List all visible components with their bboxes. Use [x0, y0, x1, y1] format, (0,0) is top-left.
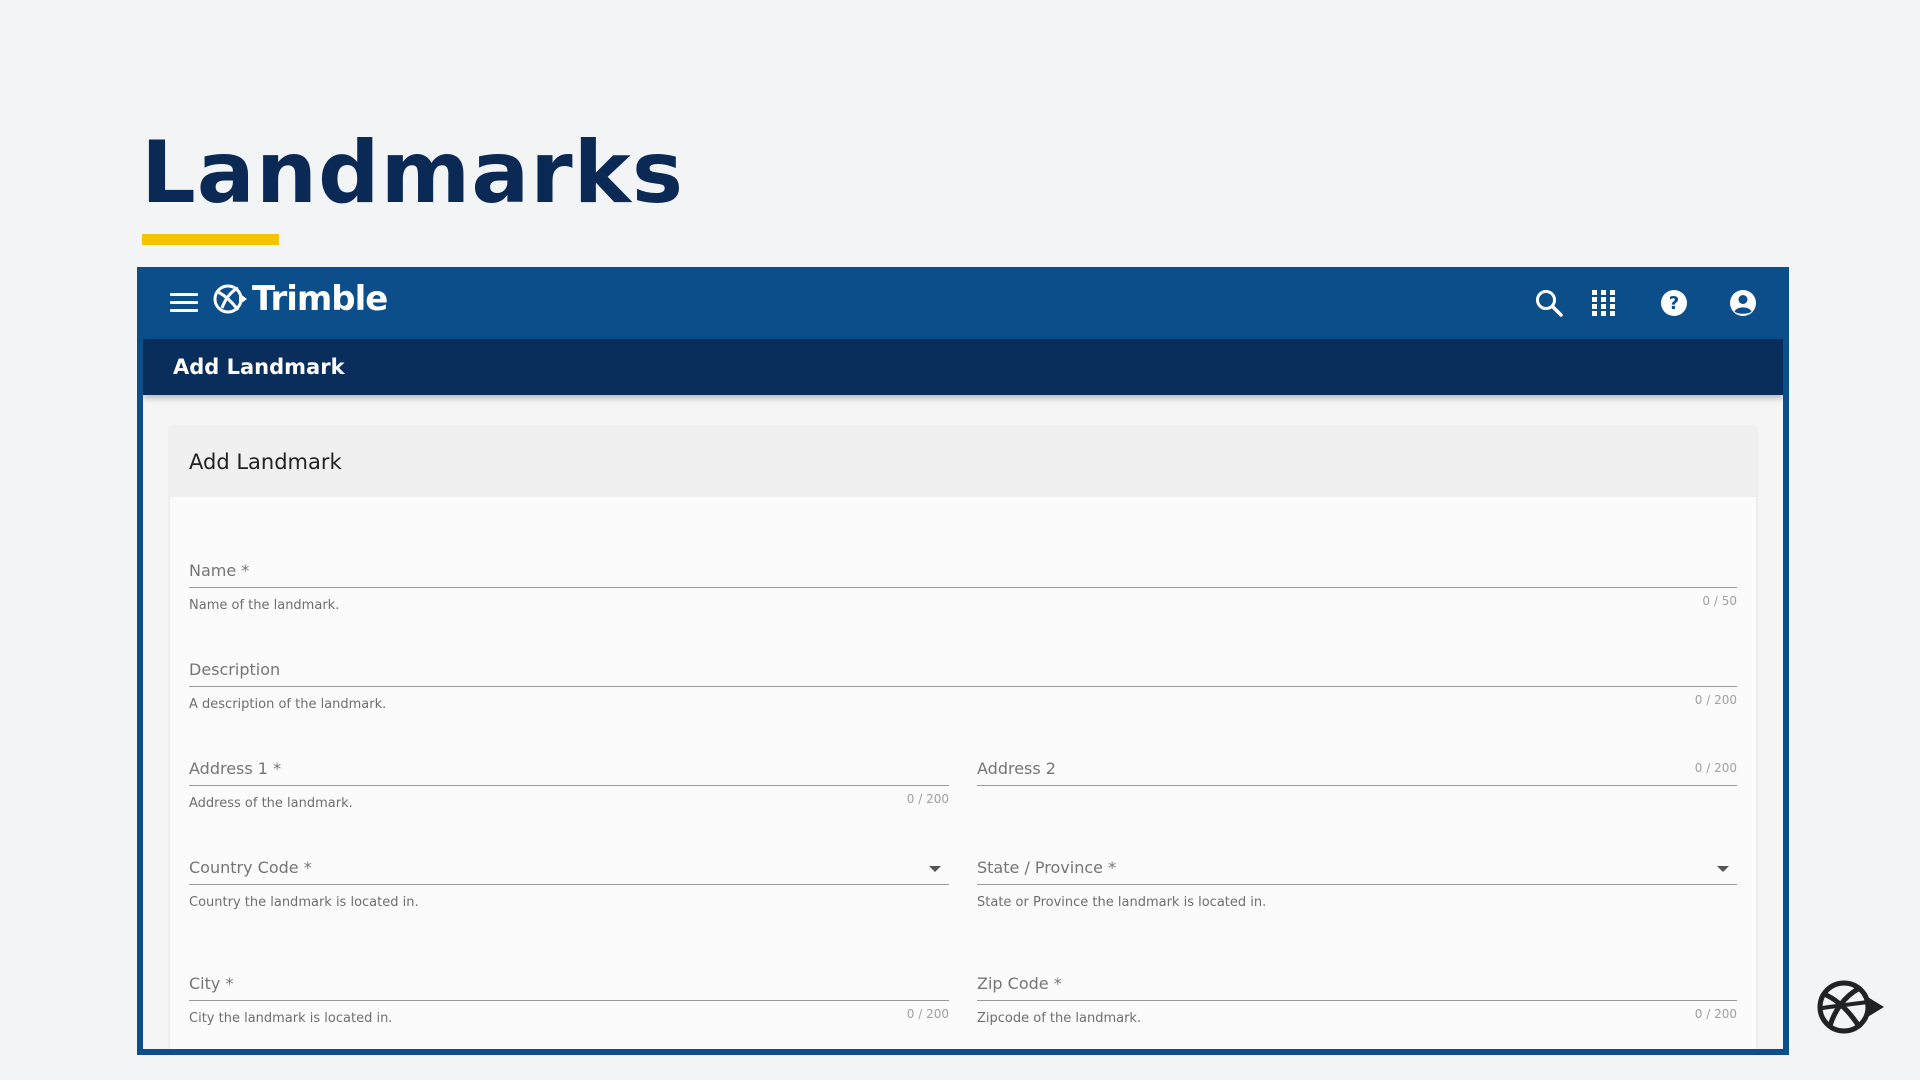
description-underline	[189, 686, 1737, 687]
country-code-select[interactable]: Country Code * Country the landmark is l…	[189, 858, 949, 910]
state-province-underline	[977, 884, 1737, 885]
country-code-label: Country Code *	[189, 858, 312, 877]
description-hint: A description of the landmark.	[189, 697, 387, 712]
trimble-logo-icon	[213, 284, 247, 314]
city-hint: City the landmark is located in.	[189, 1011, 393, 1026]
address2-counter: 0 / 200	[1694, 761, 1737, 775]
app-bar: Trimble ?	[143, 267, 1783, 339]
address1-counter: 0 / 200	[906, 792, 949, 806]
chevron-down-icon[interactable]	[929, 866, 941, 872]
city-underline	[189, 1000, 949, 1001]
trimble-logo[interactable]: Trimble	[212, 279, 388, 319]
city-label: City *	[189, 974, 234, 993]
svg-text:?: ?	[1669, 293, 1679, 314]
search-icon[interactable]	[1533, 287, 1565, 319]
city-counter: 0 / 200	[906, 1007, 949, 1021]
address1-label: Address 1 *	[189, 759, 282, 778]
state-province-select[interactable]: State / Province * State or Province the…	[977, 858, 1737, 910]
address2-label: Address 2	[977, 759, 1056, 778]
brand-name: Trimble	[252, 279, 388, 319]
help-icon[interactable]: ?	[1658, 287, 1690, 319]
state-province-label: State / Province *	[977, 858, 1117, 877]
name-hint: Name of the landmark.	[189, 598, 340, 613]
form-title: Add Landmark	[170, 426, 1756, 497]
menu-icon[interactable]	[170, 293, 198, 313]
zip-code-hint: Zipcode of the landmark.	[977, 1011, 1142, 1026]
apps-grid-icon[interactable]	[1588, 287, 1620, 319]
app-window: Trimble ? Add Landmark Add Landmark Name…	[137, 267, 1789, 1055]
chevron-down-icon[interactable]	[1717, 866, 1729, 872]
description-field[interactable]: Description A description of the landmar…	[189, 660, 1737, 712]
zip-code-label: Zip Code *	[977, 974, 1062, 993]
zip-code-field[interactable]: Zip Code * Zipcode of the landmark. 0 / …	[977, 974, 1737, 1026]
name-counter: 0 / 50	[1702, 594, 1737, 608]
address2-field[interactable]: Address 2 0 / 200	[977, 759, 1737, 809]
country-code-hint: Country the landmark is located in.	[189, 895, 419, 910]
city-field[interactable]: City * City the landmark is located in. …	[189, 974, 949, 1026]
country-code-underline	[189, 884, 949, 885]
address1-field[interactable]: Address 1 * Address of the landmark. 0 /…	[189, 759, 949, 811]
name-underline	[189, 587, 1737, 588]
title-underline	[142, 234, 279, 245]
page-header: Add Landmark	[143, 339, 1783, 395]
add-landmark-form: Add Landmark Name * Name of the landmark…	[170, 426, 1756, 1049]
zip-code-counter: 0 / 200	[1694, 1007, 1737, 1021]
name-field[interactable]: Name * Name of the landmark. 0 / 50	[189, 561, 1737, 613]
account-icon[interactable]	[1727, 287, 1759, 319]
address1-underline	[189, 785, 949, 786]
name-label: Name *	[189, 561, 250, 580]
address1-hint: Address of the landmark.	[189, 796, 353, 811]
trimble-globe-icon	[1817, 980, 1884, 1034]
address2-underline	[977, 785, 1737, 786]
slide-title: Landmarks	[141, 123, 685, 223]
zip-code-underline	[977, 1000, 1737, 1001]
state-province-hint: State or Province the landmark is locate…	[977, 895, 1267, 910]
page-title: Add Landmark	[173, 355, 345, 379]
description-counter: 0 / 200	[1694, 693, 1737, 707]
description-label: Description	[189, 660, 281, 679]
